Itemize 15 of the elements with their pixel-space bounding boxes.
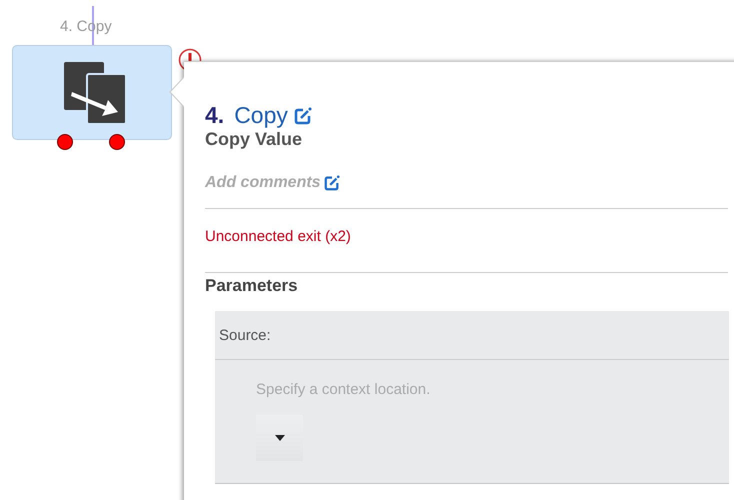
step-number: 4. xyxy=(205,102,224,129)
parameter-label: Source: xyxy=(219,326,271,344)
step-title: Copy xyxy=(234,102,288,129)
warning-message: Unconnected exit (x2) xyxy=(205,228,352,245)
parameter-hint: Specify a context location. xyxy=(256,381,430,398)
section-heading: Parameters xyxy=(205,276,299,296)
caret-icon xyxy=(274,435,284,441)
step-subtitle: Copy Value xyxy=(205,129,304,150)
edit-icon[interactable] xyxy=(294,106,312,124)
comments-placeholder[interactable]: Add comments xyxy=(205,174,321,192)
exit-dot[interactable] xyxy=(109,134,125,150)
copy-icon xyxy=(62,60,128,126)
exit-dot[interactable] xyxy=(57,134,73,150)
copy-node[interactable] xyxy=(12,45,172,140)
edit-icon[interactable] xyxy=(324,175,340,191)
